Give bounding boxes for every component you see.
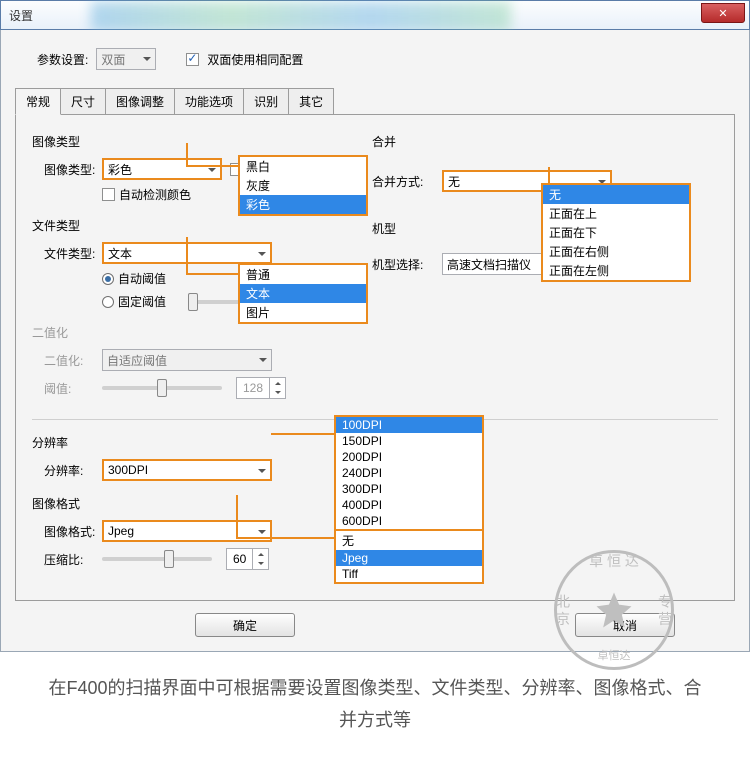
image-type-dropdown[interactable]: 黑白 灰度 彩色: [238, 155, 368, 216]
format-dropdown[interactable]: 无 Jpeg Tiff: [334, 529, 484, 584]
tab-general[interactable]: 常规: [15, 88, 61, 115]
title-blur: [91, 1, 511, 31]
window-title: 设置: [9, 7, 33, 24]
same-config-label: 双面使用相同配置: [207, 51, 303, 68]
binarize-select: 自适应阈值: [102, 349, 272, 371]
dialog-body: 参数设置: 双面 双面使用相同配置 常规 尺寸 图像调整 功能选项 识别 其它 …: [0, 30, 750, 652]
auto-threshold-label: 自动阈值: [118, 270, 166, 287]
param-select[interactable]: 双面: [96, 48, 156, 70]
tab-ocr[interactable]: 识别: [243, 88, 289, 115]
compress-label: 压缩比:: [32, 551, 102, 568]
fixed-threshold-radio[interactable]: [102, 296, 114, 308]
window-titlebar: 设置 ✕: [0, 0, 750, 30]
merge-dropdown[interactable]: 无 正面在上 正面在下 正面在右侧 正面在左侧: [541, 183, 691, 282]
model-label: 机型选择:: [372, 256, 442, 273]
image-type-label: 图像类型:: [32, 161, 102, 178]
sec-binarize: 二值化: [32, 324, 362, 341]
auto-threshold-radio[interactable]: [102, 273, 114, 285]
dpi-dropdown[interactable]: 100DPI 150DPI 200DPI 240DPI 300DPI 400DP…: [334, 415, 484, 531]
threshold-label: 阈值:: [32, 380, 102, 397]
format-label: 图像格式:: [32, 523, 102, 540]
tab-function[interactable]: 功能选项: [174, 88, 244, 115]
file-type-label: 文件类型:: [32, 245, 102, 262]
same-config-checkbox[interactable]: [186, 53, 199, 66]
tab-panel: 图像类型 图像类型: 彩色 多流 自动检测颜色 文件类型 文件类型: 文本: [15, 114, 735, 601]
cancel-button[interactable]: 取消: [575, 613, 675, 637]
fixed-threshold-label: 固定阈值: [118, 293, 166, 310]
binarize-label: 二值化:: [32, 352, 102, 369]
sec-image-type: 图像类型: [32, 133, 362, 150]
file-type-dropdown[interactable]: 普通 文本 图片: [238, 263, 368, 324]
param-label: 参数设置:: [37, 51, 88, 68]
close-button[interactable]: ✕: [701, 3, 745, 23]
param-row: 参数设置: 双面 双面使用相同配置: [15, 30, 735, 80]
tab-image-adjust[interactable]: 图像调整: [105, 88, 175, 115]
caption-text: 在F400的扫描界面中可根据需要设置图像类型、文件类型、分辨率、图像格式、合并方…: [0, 652, 750, 757]
tab-size[interactable]: 尺寸: [60, 88, 106, 115]
auto-detect-checkbox[interactable]: [102, 188, 115, 201]
threshold-slider: [102, 386, 222, 390]
sec-file-type: 文件类型: [32, 217, 362, 234]
ok-button[interactable]: 确定: [195, 613, 295, 637]
tab-other[interactable]: 其它: [288, 88, 334, 115]
threshold-spin: 128: [236, 377, 286, 399]
compress-slider[interactable]: [102, 557, 212, 561]
sec-merge: 合并: [372, 133, 718, 150]
image-type-select[interactable]: 彩色: [102, 158, 222, 180]
dpi-select[interactable]: 300DPI: [102, 459, 272, 481]
merge-label: 合并方式:: [372, 173, 442, 190]
auto-detect-label: 自动检测颜色: [119, 186, 191, 203]
compress-spin[interactable]: 60: [226, 548, 269, 570]
tabs: 常规 尺寸 图像调整 功能选项 识别 其它: [15, 88, 735, 115]
dpi-label: 分辨率:: [32, 462, 102, 479]
